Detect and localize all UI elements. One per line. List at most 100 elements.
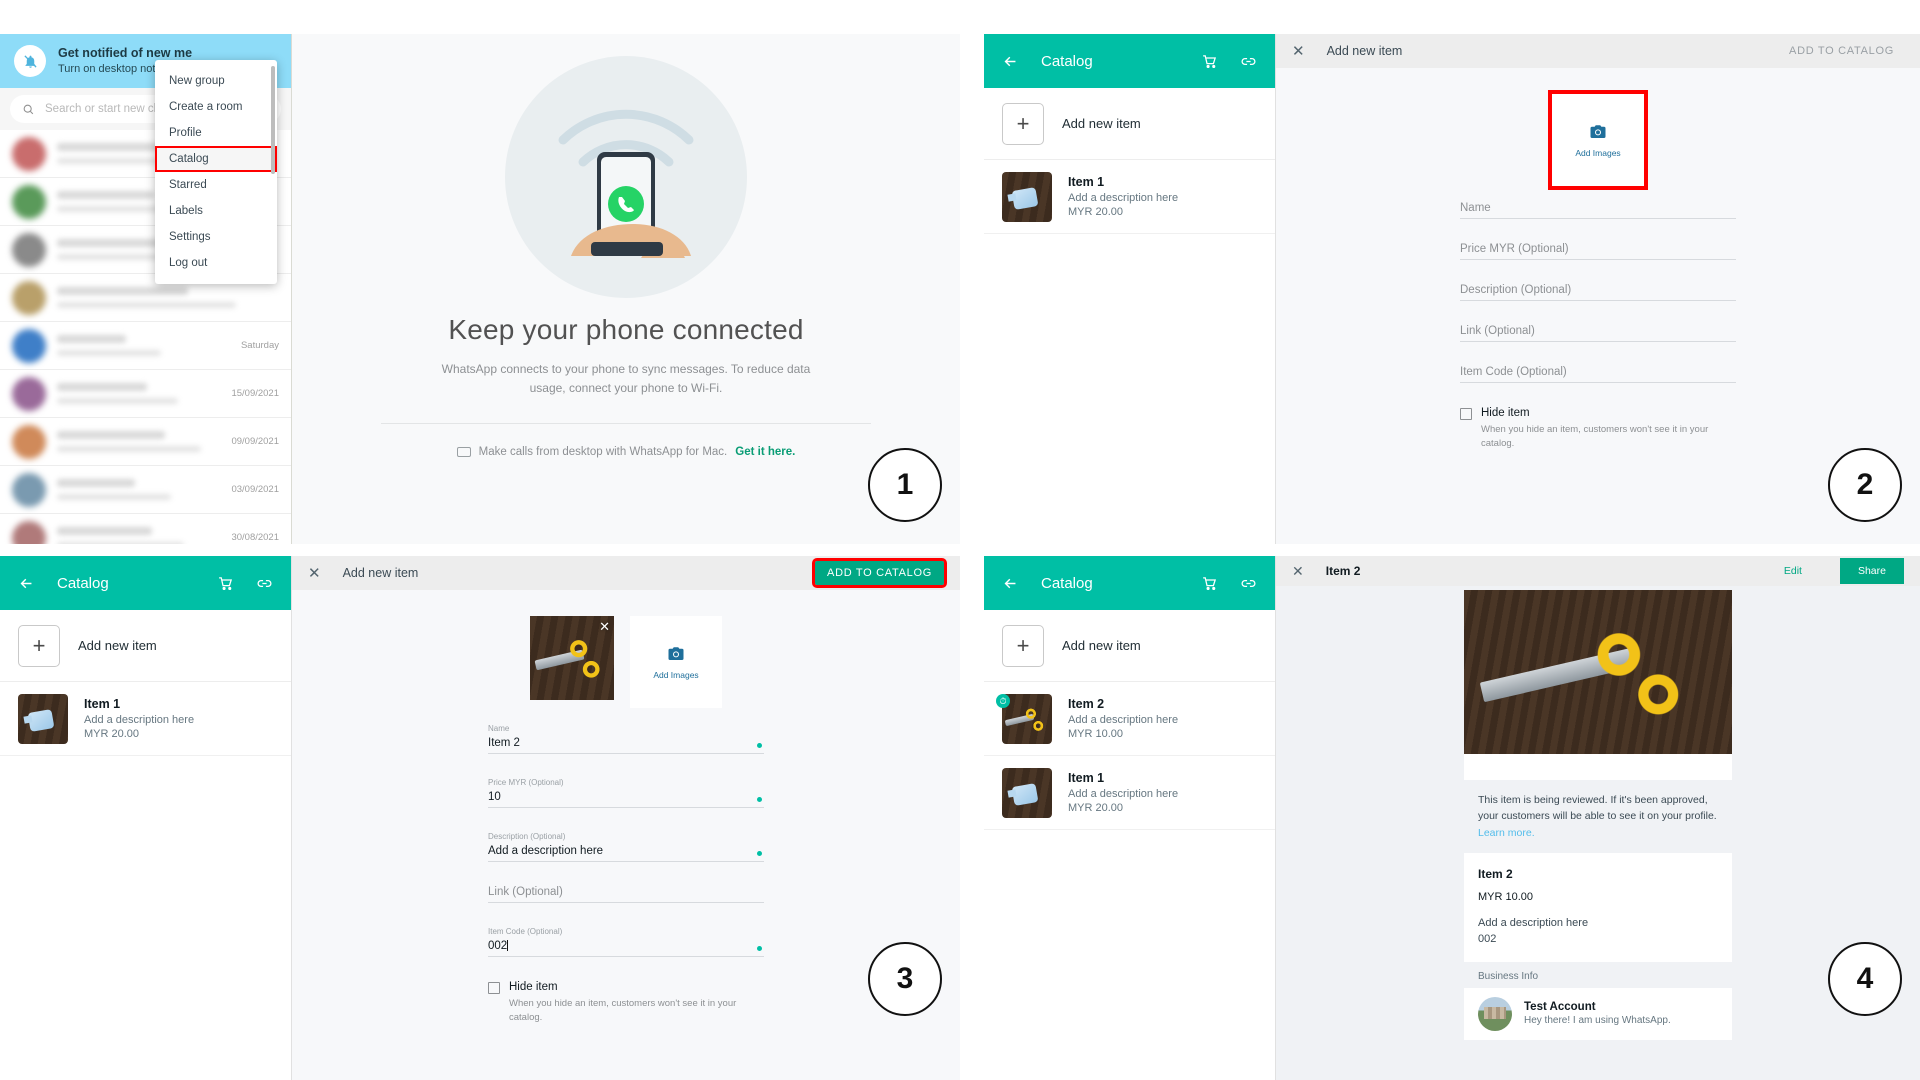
catalog-header: Catalog bbox=[984, 34, 1275, 88]
edit-button[interactable]: Edit bbox=[1784, 565, 1802, 577]
link-icon[interactable] bbox=[1240, 575, 1257, 592]
item-thumbnail bbox=[1002, 767, 1052, 818]
add-new-item-label: Add new item bbox=[1062, 116, 1141, 131]
field-link-label: Link (Optional) bbox=[1460, 325, 1736, 342]
add-to-catalog-button[interactable]: ADD TO CATALOG bbox=[1779, 40, 1904, 62]
business-info-label: Business Info bbox=[1464, 961, 1732, 988]
learn-more-link[interactable]: Learn more. bbox=[1478, 827, 1535, 839]
add-images-button[interactable]: Add Images bbox=[630, 616, 722, 708]
back-arrow-icon[interactable] bbox=[1002, 53, 1019, 70]
hide-item-help: When you hide an item, customers won't s… bbox=[1481, 424, 1709, 449]
menu-item-settings[interactable]: Settings bbox=[155, 224, 277, 250]
shopping-cart-icon[interactable] bbox=[1201, 53, 1218, 70]
item-info: Item 2 Add a description here MYR 10.00 bbox=[1068, 697, 1178, 740]
add-images-button[interactable]: Add Images bbox=[1548, 90, 1648, 190]
field-item-code[interactable]: Item Code (Optional) 002 bbox=[488, 927, 764, 957]
list-item[interactable]: 09/09/2021 bbox=[0, 418, 291, 466]
list-item[interactable]: 30/08/2021 bbox=[0, 514, 291, 544]
field-name-label: Name bbox=[1460, 202, 1736, 219]
avatar bbox=[12, 328, 46, 363]
chat-timestamp: 30/08/2021 bbox=[231, 532, 279, 543]
field-name[interactable]: Name Item 2 bbox=[488, 724, 764, 754]
step-badge-3: 3 bbox=[868, 942, 942, 1016]
add-new-item-button[interactable]: + Add new item bbox=[0, 610, 291, 682]
hide-item-checkbox[interactable] bbox=[488, 982, 500, 994]
add-new-item-form: ✕ Add new item ADD TO CATALOG ✕ Add Imag… bbox=[292, 556, 960, 1080]
close-icon[interactable]: ✕ bbox=[1292, 44, 1305, 59]
hide-item-row[interactable]: Hide item When you hide an item, custome… bbox=[488, 981, 764, 1025]
menu-item-profile[interactable]: Profile bbox=[155, 120, 277, 146]
list-item[interactable]: 15/09/2021 bbox=[0, 370, 291, 418]
field-price[interactable]: Price MYR (Optional) 10 bbox=[488, 778, 764, 808]
catalog-list-item[interactable]: Item 1 Add a description here MYR 20.00 bbox=[0, 682, 291, 756]
phone-wifi-illustration bbox=[505, 56, 747, 298]
avatar bbox=[1478, 996, 1512, 1031]
chat-list-column: Get notified of new me Turn on desktop n… bbox=[0, 34, 292, 544]
field-item-code-label: Item Code (Optional) bbox=[488, 927, 563, 936]
link-icon[interactable] bbox=[1240, 53, 1257, 70]
menu-item-new-group[interactable]: New group bbox=[155, 68, 277, 94]
field-name[interactable]: Name bbox=[1460, 202, 1736, 219]
menu-item-create-a-room[interactable]: Create a room bbox=[155, 94, 277, 120]
list-item[interactable]: 03/09/2021 bbox=[0, 466, 291, 514]
field-description[interactable]: Description (Optional) Add a description… bbox=[488, 832, 764, 862]
field-link[interactable]: Link (Optional) bbox=[488, 886, 764, 903]
chat-timestamp: 09/09/2021 bbox=[231, 436, 279, 447]
item-price: MYR 20.00 bbox=[1068, 206, 1124, 218]
step-badge-4: 4 bbox=[1828, 942, 1902, 1016]
close-icon[interactable]: ✕ bbox=[308, 566, 321, 581]
menu-item-starred[interactable]: Starred bbox=[155, 172, 277, 198]
close-icon[interactable]: ✕ bbox=[1292, 563, 1304, 580]
form-title: Add new item bbox=[342, 566, 419, 580]
field-price-value: 10 bbox=[488, 791, 764, 808]
field-link[interactable]: Link (Optional) bbox=[1460, 325, 1736, 342]
catalog-list-item[interactable]: ⏱ Item 2 Add a description here MYR 10.0… bbox=[984, 682, 1275, 756]
field-description-label: Description (Optional) bbox=[488, 832, 566, 841]
field-description[interactable]: Description (Optional) bbox=[1460, 284, 1736, 301]
business-name: Test Account bbox=[1524, 1001, 1596, 1014]
item-name: Item 1 bbox=[1068, 771, 1105, 785]
link-icon[interactable] bbox=[256, 575, 273, 592]
catalog-list-item[interactable]: Item 1 Add a description here MYR 20.00 bbox=[984, 756, 1275, 830]
shopping-cart-icon[interactable] bbox=[217, 575, 234, 592]
menu-item-catalog[interactable]: Catalog bbox=[155, 146, 277, 172]
menu-scrollbar[interactable] bbox=[271, 66, 275, 174]
field-item-code-value: 002 bbox=[488, 940, 764, 957]
avatar bbox=[12, 184, 46, 219]
catalog-column: Catalog + Add new item Item 1 Add a desc… bbox=[0, 556, 292, 1080]
menu-item-labels[interactable]: Labels bbox=[155, 198, 277, 224]
menu-item-log-out[interactable]: Log out bbox=[155, 250, 277, 276]
hide-item-checkbox[interactable] bbox=[1460, 408, 1472, 420]
field-price[interactable]: Price MYR (Optional) bbox=[1460, 243, 1736, 260]
remove-image-icon[interactable]: ✕ bbox=[599, 619, 610, 635]
hide-item-row[interactable]: Hide item When you hide an item, custome… bbox=[1460, 407, 1736, 451]
item-info: Item 1 Add a description here MYR 20.00 bbox=[1068, 771, 1178, 814]
back-arrow-icon[interactable] bbox=[18, 575, 35, 592]
share-button[interactable]: Share bbox=[1839, 558, 1904, 584]
list-item[interactable]: Saturday bbox=[0, 322, 291, 370]
panel-step-1: Get notified of new me Turn on desktop n… bbox=[0, 34, 960, 544]
promo-text: Make calls from desktop with WhatsApp fo… bbox=[478, 446, 728, 459]
item-info: Item 1 Add a description here MYR 20.00 bbox=[1068, 175, 1178, 218]
keep-phone-connected-pane: Keep your phone connected WhatsApp conne… bbox=[292, 34, 960, 544]
field-item-code[interactable]: Item Code (Optional) bbox=[1460, 366, 1736, 383]
back-arrow-icon[interactable] bbox=[1002, 575, 1019, 592]
avatar bbox=[12, 136, 46, 171]
chat-preview bbox=[57, 479, 220, 500]
plus-icon: + bbox=[18, 624, 60, 667]
shopping-cart-icon[interactable] bbox=[1201, 575, 1218, 592]
add-to-catalog-button[interactable]: ADD TO CATALOG bbox=[812, 558, 947, 588]
add-new-item-button[interactable]: + Add new item bbox=[984, 88, 1275, 160]
catalog-list-item[interactable]: Item 1 Add a description here MYR 20.00 bbox=[984, 160, 1275, 234]
image-spacer bbox=[1464, 754, 1732, 780]
add-new-item-button[interactable]: + Add new item bbox=[984, 610, 1275, 682]
avatar bbox=[12, 376, 46, 411]
business-info-row[interactable]: Test Account Hey there! I am using Whats… bbox=[1464, 987, 1732, 1040]
get-it-here-link[interactable]: Get it here. bbox=[735, 446, 795, 458]
form-header: ✕ Add new item ADD TO CATALOG bbox=[1276, 34, 1920, 68]
hide-item-label: Hide item bbox=[509, 981, 558, 993]
form-header: ✕ Add new item ADD TO CATALOG bbox=[292, 556, 960, 590]
form-fields: Name Price MYR (Optional) Description (O… bbox=[1460, 186, 1736, 451]
bell-off-icon bbox=[14, 45, 46, 77]
selected-image-thumbnail[interactable]: ✕ bbox=[530, 616, 614, 700]
